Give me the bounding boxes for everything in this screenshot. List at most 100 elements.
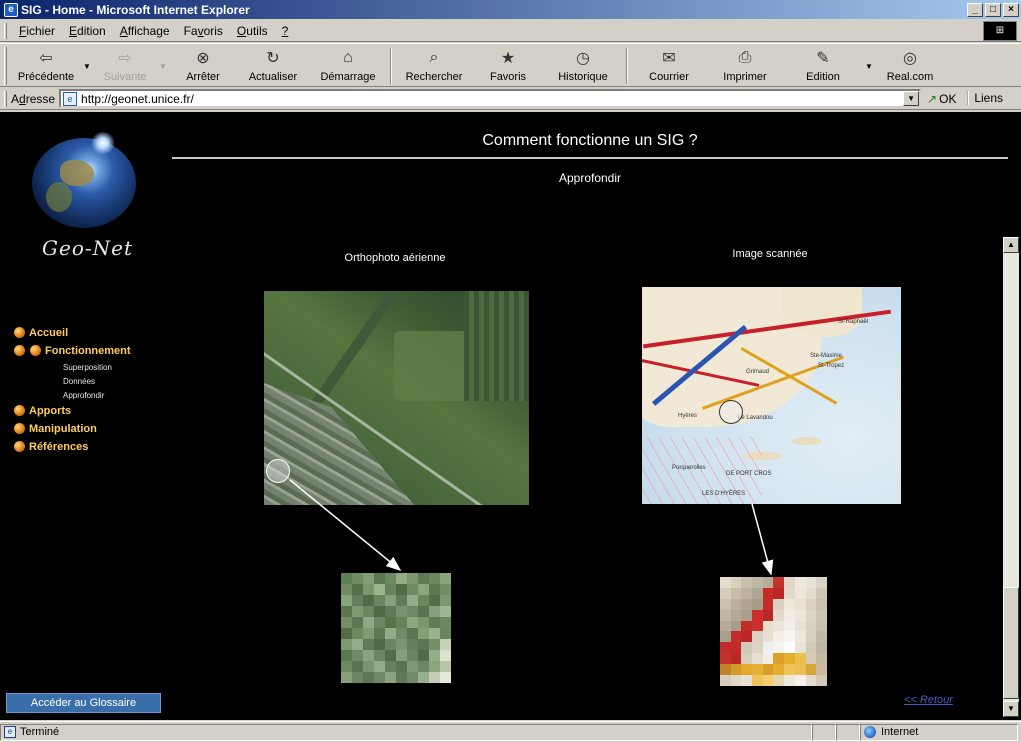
- search-button[interactable]: ⌕ Rechercher: [395, 44, 473, 86]
- nav-item-fonctionnement[interactable]: Fonctionnement: [14, 342, 174, 360]
- pixel-cell: [752, 577, 763, 588]
- scroll-down-button[interactable]: ▼: [1003, 701, 1019, 717]
- refresh-icon: ↻: [266, 50, 280, 67]
- pixel-cell: [374, 595, 385, 606]
- address-label-post: resse: [25, 91, 56, 106]
- pixel-cell: [429, 639, 440, 650]
- pixel-cell: [407, 606, 418, 617]
- nav-item-apports[interactable]: Apports: [14, 402, 174, 420]
- address-dropdown-button[interactable]: ▼: [903, 91, 920, 106]
- mail-icon: ✉: [662, 50, 676, 67]
- menu-bar: Fichier Edition Affichage Favoris Outils…: [0, 20, 1021, 42]
- pixel-cell: [784, 620, 795, 632]
- pixel-cell: [385, 617, 396, 628]
- nav-menu: Accueil Fonctionnement Superposition Don…: [14, 324, 174, 456]
- geonet-logo[interactable]: Geo-Net: [24, 126, 164, 260]
- page-subtitle: Approfondir: [558, 171, 622, 185]
- pixel-cell: [341, 650, 352, 661]
- ie-app-icon[interactable]: e: [4, 2, 18, 17]
- home-button[interactable]: ⌂ Démarrage: [309, 44, 387, 86]
- favorites-button[interactable]: ★ Favoris: [473, 44, 543, 86]
- nav-item-references[interactable]: Références: [14, 438, 174, 456]
- pixel-cell: [352, 639, 363, 650]
- pixel-cell: [429, 672, 440, 683]
- title-bar: e SIG - Home - Microsoft Internet Explor…: [0, 0, 1021, 19]
- pixel-cell: [784, 664, 795, 676]
- close-button[interactable]: ×: [1003, 2, 1019, 17]
- vertical-scrollbar[interactable]: ▲ ▼: [1003, 237, 1019, 717]
- pixel-cell: [752, 620, 763, 632]
- menu-help[interactable]: ?: [276, 24, 297, 38]
- pixel-cell: [352, 628, 363, 639]
- orthophoto-image: [264, 291, 529, 505]
- glossary-button[interactable]: Accéder au Glossaire: [6, 693, 161, 713]
- history-icon: ◷: [576, 50, 590, 67]
- scrollbar-thumb[interactable]: [1003, 587, 1019, 699]
- pixel-cell: [773, 609, 785, 621]
- back-dropdown[interactable]: ▼: [81, 44, 93, 86]
- pixel-cell: [385, 661, 396, 672]
- pixel-cell: [730, 609, 742, 621]
- menu-affichage[interactable]: Affichage: [114, 24, 178, 38]
- nav-item-accueil[interactable]: Accueil: [14, 324, 174, 342]
- nav-item-manipulation[interactable]: Manipulation: [14, 420, 174, 438]
- pixel-cell: [396, 661, 407, 672]
- forward-dropdown[interactable]: ▼: [157, 44, 169, 86]
- nav-sub-approfondir[interactable]: Approfondir: [14, 388, 174, 402]
- refresh-button[interactable]: ↻ Actualiser: [237, 44, 309, 86]
- menu-outils[interactable]: Outils: [231, 24, 276, 38]
- menu-favoris[interactable]: Favoris: [178, 24, 231, 38]
- go-label: OK: [939, 91, 957, 106]
- menu-favoris-pre: Fa: [183, 23, 198, 38]
- toolbar-grip[interactable]: [4, 47, 7, 85]
- pixel-cell: [407, 584, 418, 595]
- pixel-cell: [341, 595, 352, 606]
- pixel-cell: [396, 573, 407, 584]
- minimize-button[interactable]: _: [967, 2, 983, 17]
- nav-label: Références: [29, 441, 89, 453]
- pixel-cell: [762, 675, 774, 686]
- menu-edition-post: dition: [77, 23, 106, 38]
- pixel-cell: [752, 587, 763, 599]
- light-flare: [90, 132, 116, 154]
- pixel-cell: [720, 587, 731, 599]
- maximize-button[interactable]: □: [985, 2, 1001, 17]
- address-grip[interactable]: [4, 90, 7, 107]
- scroll-up-button[interactable]: ▲: [1003, 237, 1019, 253]
- links-button[interactable]: Liens: [967, 91, 1003, 105]
- logo-text: Geo-Net: [42, 236, 133, 260]
- menu-outils-key: O: [236, 23, 247, 38]
- nav-sub-donnees[interactable]: Données: [14, 374, 174, 388]
- pixel-cell: [784, 598, 795, 610]
- edit-button[interactable]: ✎ Edition: [783, 44, 863, 86]
- pixel-cell: [407, 672, 418, 683]
- pixel-cell: [741, 675, 753, 686]
- history-button[interactable]: ◷ Historique: [543, 44, 623, 86]
- edit-dropdown[interactable]: ▼: [863, 44, 875, 86]
- pixel-cell: [773, 598, 785, 610]
- mail-label: Courrier: [649, 71, 689, 83]
- map-island: [792, 437, 822, 445]
- pixel-cell: [773, 642, 785, 654]
- back-button[interactable]: ⇦ Précédente: [11, 44, 81, 86]
- forward-button[interactable]: ⇨ Suivante: [93, 44, 157, 86]
- pixel-cell: [385, 595, 396, 606]
- status-panel: [836, 723, 860, 741]
- pixel-cell: [784, 609, 795, 621]
- go-button[interactable]: ↗ OK: [927, 92, 956, 106]
- menu-grip[interactable]: [4, 22, 7, 39]
- address-input[interactable]: e http://geonet.unice.fr/ ▼: [59, 89, 922, 108]
- nav-sub-superposition[interactable]: Superposition: [14, 360, 174, 374]
- pixel-cell: [440, 595, 451, 606]
- real-button[interactable]: ◎ Real.com: [875, 44, 945, 86]
- mail-button[interactable]: ✉ Courrier: [631, 44, 707, 86]
- print-button[interactable]: ⎙ Imprimer: [707, 44, 783, 86]
- menu-edition[interactable]: Edition: [63, 24, 114, 38]
- pixel-cell: [762, 631, 774, 643]
- stop-button[interactable]: ⊗ Arrêter: [169, 44, 237, 86]
- back-link[interactable]: << Retour: [904, 694, 953, 706]
- status-zone-panel: Internet: [860, 723, 1018, 741]
- pixel-cell: [396, 595, 407, 606]
- go-arrow-icon: ↗: [927, 91, 938, 106]
- menu-fichier[interactable]: Fichier: [13, 24, 63, 38]
